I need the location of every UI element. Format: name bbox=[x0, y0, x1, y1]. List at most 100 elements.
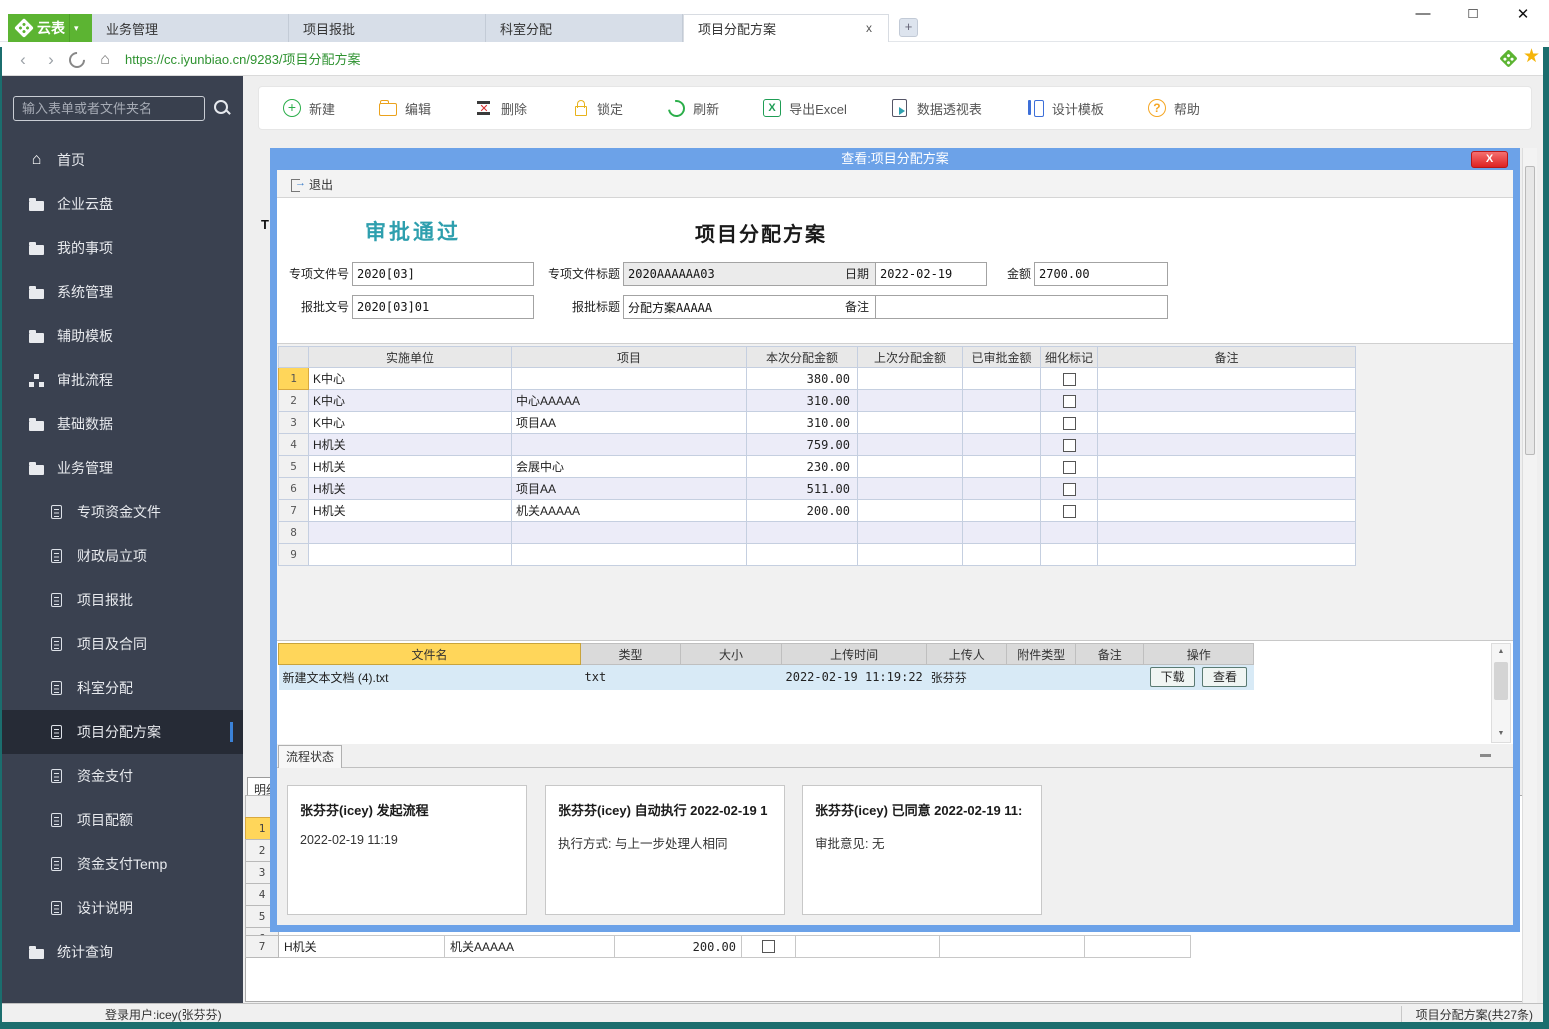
page-scrollbar-thumb[interactable] bbox=[1525, 166, 1535, 455]
search-icon[interactable] bbox=[212, 98, 232, 118]
checkbox[interactable] bbox=[762, 940, 775, 953]
table-row[interactable]: 4 H机关 759.00 bbox=[278, 433, 1356, 456]
search-input[interactable] bbox=[13, 96, 205, 121]
close-window-button[interactable]: ✕ bbox=[1511, 5, 1535, 23]
exit-button[interactable]: 退出 bbox=[287, 174, 337, 195]
toolbar-button-lock[interactable]: 锁定 bbox=[571, 99, 623, 118]
checkbox[interactable] bbox=[1062, 372, 1076, 386]
form-doc-icon bbox=[48, 505, 65, 519]
new-tab-button[interactable]: + bbox=[899, 18, 918, 37]
date-field[interactable] bbox=[875, 262, 987, 286]
sidebar-item-design-notes[interactable]: 设计说明 bbox=[2, 886, 243, 930]
tab-business-management[interactable]: 业务管理 bbox=[92, 14, 289, 42]
special-file-no-field[interactable] bbox=[352, 262, 534, 286]
amount-cell: 200.00 bbox=[746, 499, 858, 522]
checkbox[interactable] bbox=[1062, 482, 1076, 496]
table-row[interactable]: 6 H机关 项目AA 511.00 bbox=[278, 477, 1356, 500]
toolbar-button-edit[interactable]: 编辑 bbox=[379, 99, 431, 118]
forward-icon[interactable] bbox=[40, 43, 62, 76]
field-label: 专项文件号 bbox=[288, 267, 349, 281]
sidebar-item-label: 项目配额 bbox=[77, 812, 133, 828]
checkbox[interactable] bbox=[1062, 438, 1076, 452]
sidebar-item-project-quota[interactable]: 项目配额 bbox=[2, 798, 243, 842]
amount-field[interactable] bbox=[1034, 262, 1168, 286]
rownum-header bbox=[278, 346, 309, 368]
checkbox[interactable] bbox=[1062, 416, 1076, 430]
checkbox[interactable] bbox=[1062, 504, 1076, 518]
sidebar-item-project-allocation-plan[interactable]: 项目分配方案 bbox=[2, 710, 243, 754]
approval-no-field[interactable] bbox=[352, 295, 534, 319]
tab-dept-allocation[interactable]: 科室分配 bbox=[486, 14, 683, 42]
remark-cell bbox=[1097, 455, 1356, 478]
collapse-icon[interactable] bbox=[1480, 754, 1491, 757]
tab-project-approval[interactable]: 项目报批 bbox=[289, 14, 486, 42]
home-icon[interactable] bbox=[94, 43, 116, 76]
sidebar-item-fund-payment[interactable]: 资金支付 bbox=[2, 754, 243, 798]
sidebar-item-stats-query[interactable]: 统计查询 bbox=[2, 930, 243, 974]
sidebar-item-dept-allocation[interactable]: 科室分配 bbox=[2, 666, 243, 710]
table-row[interactable]: 1 K中心 380.00 bbox=[278, 367, 1356, 390]
sidebar-item-base-data[interactable]: 基础数据 bbox=[2, 402, 243, 446]
scroll-up-icon[interactable]: ▲ bbox=[1492, 644, 1510, 660]
sidebar-item-cloud-disk[interactable]: 企业云盘 bbox=[2, 182, 243, 226]
window-controls: — □ ✕ bbox=[1411, 5, 1535, 23]
sidebar-item-finance-bureau-projects[interactable]: 财政局立项 bbox=[2, 534, 243, 578]
maximize-button[interactable]: □ bbox=[1461, 5, 1485, 23]
attachment-scrollbar[interactable]: ▲ ▼ bbox=[1491, 643, 1511, 743]
minimize-button[interactable]: — bbox=[1411, 5, 1435, 23]
toolbar-button-pivot-table[interactable]: 数据透视表 bbox=[891, 99, 982, 118]
yunbiao-badge-icon[interactable] bbox=[1499, 49, 1518, 68]
table-row[interactable]: 7 H机关 机关AAAAA 200.00 bbox=[278, 499, 1356, 522]
attachment-scrollbar-thumb[interactable] bbox=[1494, 662, 1508, 700]
toolbar-button-delete[interactable]: 删除 bbox=[475, 99, 527, 118]
refresh-icon bbox=[667, 99, 685, 117]
table-row[interactable]: 9 bbox=[278, 543, 1356, 566]
prev-amount-cell bbox=[857, 499, 963, 522]
folder-icon bbox=[28, 461, 45, 475]
scroll-down-icon[interactable]: ▼ bbox=[1492, 726, 1510, 742]
table-row[interactable]: 8 bbox=[278, 521, 1356, 544]
tab-close-icon[interactable]: x bbox=[862, 21, 876, 35]
unit-cell: H机关 bbox=[308, 433, 512, 456]
sidebar-item-project-contract[interactable]: 项目及合同 bbox=[2, 622, 243, 666]
remark-field[interactable] bbox=[875, 295, 1168, 319]
toolbar-button-export-excel[interactable]: 导出Excel bbox=[763, 99, 847, 118]
tab-label: 项目分配方案 bbox=[698, 22, 777, 37]
sidebar-item-fund-payment-temp[interactable]: 资金支付Temp bbox=[2, 842, 243, 886]
sidebar-item-aux-templates[interactable]: 辅助模板 bbox=[2, 314, 243, 358]
dialog-close-button[interactable]: X bbox=[1471, 151, 1508, 168]
toolbar-button-refresh[interactable]: 刷新 bbox=[667, 99, 719, 118]
table-row[interactable]: 2 K中心 中心AAAAA 310.00 bbox=[278, 389, 1356, 412]
sidebar-item-biz-mgmt[interactable]: 业务管理 bbox=[2, 446, 243, 490]
form-doc-icon bbox=[48, 725, 65, 739]
table-row[interactable]: 3 K中心 项目AA 310.00 bbox=[278, 411, 1356, 434]
toolbar-button-new[interactable]: 新建 bbox=[283, 99, 335, 118]
app-logo[interactable]: 云表 ▾ bbox=[8, 14, 92, 42]
page-scrollbar[interactable] bbox=[1522, 148, 1537, 1003]
reload-icon[interactable] bbox=[66, 43, 88, 76]
sidebar-item-home[interactable]: 首页 bbox=[2, 138, 243, 182]
address-bar[interactable]: https://cc.iyunbiao.cn/9283/项目分配方案 bbox=[125, 43, 361, 76]
sidebar-item-special-fund-files[interactable]: 专项资金文件 bbox=[2, 490, 243, 534]
sidebar-item-approval-flow[interactable]: 审批流程 bbox=[2, 358, 243, 402]
folder-icon bbox=[28, 241, 45, 255]
attachment-row[interactable]: 新建文本文档 (4).txt txt 2022-02-19 11:19:22 张… bbox=[278, 664, 1254, 690]
back-icon[interactable] bbox=[12, 43, 34, 76]
sidebar-item-my-items[interactable]: 我的事项 bbox=[2, 226, 243, 270]
checkbox[interactable] bbox=[1062, 460, 1076, 474]
toolbar-button-help[interactable]: 帮助 bbox=[1147, 99, 1200, 118]
checkbox[interactable] bbox=[1062, 394, 1076, 408]
view-button[interactable]: 查看 bbox=[1202, 667, 1248, 688]
toolbar-button-design-template[interactable]: 设计模板 bbox=[1026, 99, 1104, 118]
tab-flow-status[interactable]: 流程状态 bbox=[278, 745, 342, 768]
col-header-filename[interactable]: 文件名 bbox=[278, 643, 581, 665]
tab-project-allocation-plan-active[interactable]: 项目分配方案 x bbox=[683, 14, 889, 42]
sidebar-item-system-mgmt[interactable]: 系统管理 bbox=[2, 270, 243, 314]
table-row[interactable]: 5 H机关 会展中心 230.00 bbox=[278, 455, 1356, 478]
logo-dropdown-arrow-icon[interactable]: ▾ bbox=[69, 14, 82, 42]
download-button[interactable]: 下载 bbox=[1150, 667, 1196, 688]
favorite-star-icon[interactable] bbox=[1523, 45, 1540, 68]
folder-icon bbox=[28, 417, 45, 431]
sidebar-item-project-approval[interactable]: 项目报批 bbox=[2, 578, 243, 622]
field-label: 日期 bbox=[844, 267, 869, 281]
